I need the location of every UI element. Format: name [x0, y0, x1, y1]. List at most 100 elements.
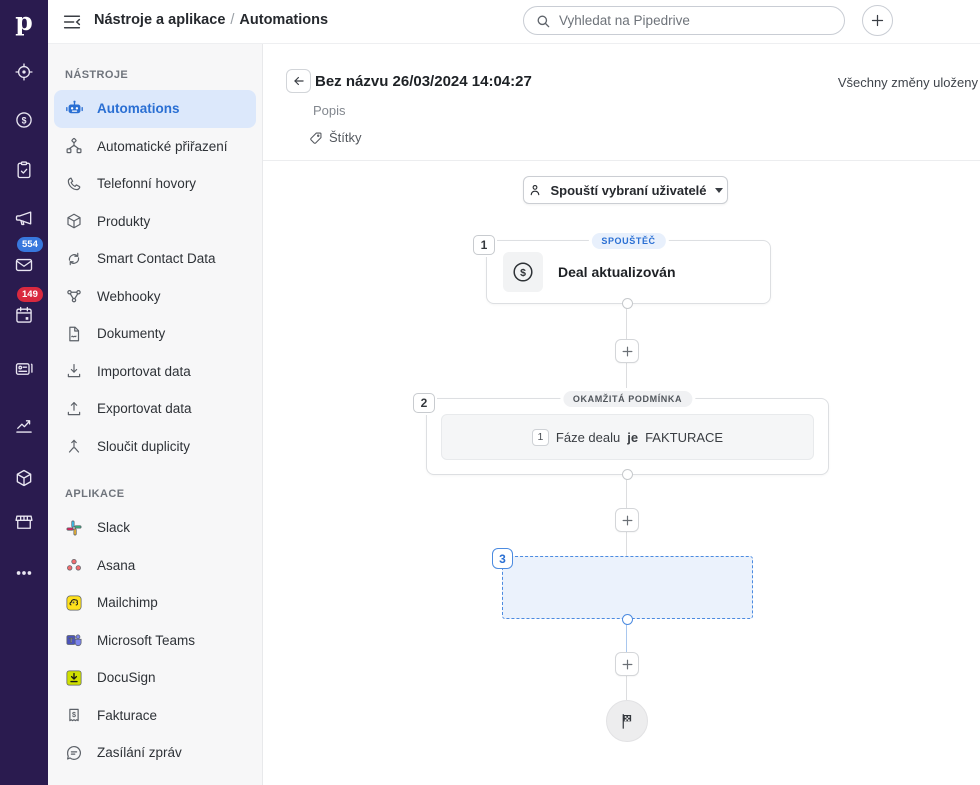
assignment-icon: [64, 136, 84, 156]
collapse-sidebar-button[interactable]: [62, 12, 84, 32]
rail-item-more[interactable]: [0, 553, 48, 593]
checkered-flag-icon: [618, 712, 636, 730]
rail-item-products[interactable]: [0, 458, 48, 498]
sidebar-item-telefonni-hovory[interactable]: Telefonní hovory: [54, 165, 256, 203]
sidebar-item-mailchimp[interactable]: Mailchimp: [54, 584, 256, 622]
document-icon: [64, 324, 84, 344]
breadcrumb-section[interactable]: Nástroje a aplikace: [94, 12, 225, 28]
trigger-mode-label: Spouští vybraní uživatelé: [550, 183, 706, 198]
nav-rail: p $ 554 149: [0, 0, 48, 785]
messaging-icon: [64, 743, 84, 763]
sidebar-item-label: Asana: [97, 558, 135, 573]
sidebar-item-microsoft-teams[interactable]: T Microsoft Teams: [54, 622, 256, 660]
webhook-icon: [64, 286, 84, 306]
robot-icon: [64, 99, 84, 119]
pipedrive-logo[interactable]: p: [0, 6, 48, 36]
back-arrow-icon: [292, 74, 306, 88]
mail-unread-badge: 554: [17, 237, 43, 252]
condition-operator: je: [627, 430, 638, 445]
quick-add-button[interactable]: [862, 5, 893, 36]
rail-item-contacts[interactable]: [0, 348, 48, 388]
phone-icon: [64, 174, 84, 194]
search-input[interactable]: [559, 13, 844, 28]
trigger-badge: SPOUŠTĚČ: [591, 233, 665, 249]
sidebar-item-fakturace[interactable]: $ Fakturace: [54, 697, 256, 735]
sidebar-item-zasilani-zprav[interactable]: Zasílání zpráv: [54, 734, 256, 772]
connector-circle: [622, 469, 633, 480]
rail-item-campaigns[interactable]: [0, 198, 48, 238]
activities-badge: 149: [17, 287, 43, 302]
sidebar-item-label: Webhooky: [97, 289, 161, 304]
rail-item-marketplace[interactable]: [0, 502, 48, 542]
breadcrumb-current: Automations: [239, 12, 328, 28]
labels-placeholder: Štítky: [329, 130, 362, 145]
plus-icon: [621, 345, 634, 358]
sidebar-item-sloucit-duplicity[interactable]: Sloučit duplicity: [54, 428, 256, 466]
sidebar-item-smart-contact-data[interactable]: Smart Contact Data: [54, 240, 256, 278]
condition-field: Fáze dealu: [556, 430, 620, 445]
storefront-icon: [14, 512, 34, 532]
condition-badge: OKAMŽITÁ PODMÍNKA: [563, 391, 692, 407]
dollar-circle-icon: $: [14, 110, 34, 130]
sidebar-item-slack[interactable]: Slack: [54, 509, 256, 547]
sidebar-item-label: Microsoft Teams: [97, 633, 195, 648]
add-step-button-2[interactable]: [615, 508, 639, 532]
docusign-logo-icon: [64, 668, 84, 688]
sidebar-item-label: Mailchimp: [97, 595, 158, 610]
connector-line: [626, 304, 627, 340]
sidebar-item-label: Dokumenty: [97, 326, 165, 341]
sidebar-item-asana[interactable]: Asana: [54, 547, 256, 585]
node-number-chip: 2: [413, 393, 435, 413]
plus-icon: [870, 13, 885, 28]
mailchimp-logo-icon: [64, 593, 84, 613]
condition-summary: 1 Fáze dealu je FAKTURACE: [441, 414, 814, 460]
trigger-mode-dropdown[interactable]: Spouští vybraní uživatelé: [523, 176, 728, 204]
automation-title[interactable]: Bez názvu 26/03/2024 14:04:27: [315, 73, 532, 90]
sidebar-item-label: Slack: [97, 520, 130, 535]
labels-field[interactable]: Štítky: [309, 130, 362, 145]
dollar-circle-icon: $: [511, 260, 535, 284]
svg-text:$: $: [22, 115, 27, 125]
global-search[interactable]: [523, 6, 845, 35]
rail-item-tasks[interactable]: [0, 150, 48, 190]
rail-item-leads[interactable]: [0, 52, 48, 92]
rail-item-activities[interactable]: 149: [0, 295, 48, 335]
description-field[interactable]: Popis: [313, 103, 346, 118]
envelope-icon: [14, 255, 34, 275]
node-icon-tile: $: [503, 252, 543, 292]
sidebar-item-automaticke-prirazeni[interactable]: Automatické přiřazení: [54, 128, 256, 166]
sidebar-item-label: Importovat data: [97, 364, 191, 379]
add-step-button-1[interactable]: [615, 339, 639, 363]
sidebar-item-exportovat-data[interactable]: Exportovat data: [54, 390, 256, 428]
back-button[interactable]: [286, 69, 311, 93]
tag-icon: [309, 131, 323, 145]
sidebar-item-dokumenty[interactable]: Dokumenty: [54, 315, 256, 353]
sidebar-item-importovat-data[interactable]: Importovat data: [54, 353, 256, 391]
rail-item-deals[interactable]: $: [0, 100, 48, 140]
sidebar-item-label: Produkty: [97, 214, 150, 229]
trigger-node-title: Deal aktualizován: [558, 264, 676, 280]
line-chart-icon: [14, 415, 34, 435]
sidebar-item-docusign[interactable]: DocuSign: [54, 659, 256, 697]
workflow-end-node: [606, 700, 648, 742]
ellipsis-icon: [14, 563, 34, 583]
slack-logo-icon: [64, 518, 84, 538]
add-step-button-3[interactable]: [615, 652, 639, 676]
sidebar-item-label: Automatické přiřazení: [97, 139, 228, 154]
rail-item-mail[interactable]: 554: [0, 245, 48, 285]
save-status: Všechny změny uloženy: [838, 75, 978, 90]
trigger-node[interactable]: 1 SPOUŠTĚČ $ Deal aktualizován: [486, 240, 771, 304]
sidebar-item-webhooky[interactable]: Webhooky: [54, 278, 256, 316]
condition-node[interactable]: 2 OKAMŽITÁ PODMÍNKA 1 Fáze dealu je FAKT…: [426, 398, 829, 475]
empty-action-node[interactable]: 3: [502, 556, 753, 619]
contact-card-icon: [14, 358, 34, 378]
search-icon: [535, 13, 551, 29]
sidebar-item-label: Automations: [97, 101, 180, 116]
person-icon: [528, 183, 542, 197]
connector-line: [626, 532, 627, 556]
rail-item-insights[interactable]: [0, 405, 48, 445]
svg-text:$: $: [72, 711, 76, 719]
sidebar-item-automations[interactable]: Automations: [54, 90, 256, 128]
sidebar-item-produkty[interactable]: Produkty: [54, 203, 256, 241]
collapse-menu-icon: [62, 13, 84, 31]
